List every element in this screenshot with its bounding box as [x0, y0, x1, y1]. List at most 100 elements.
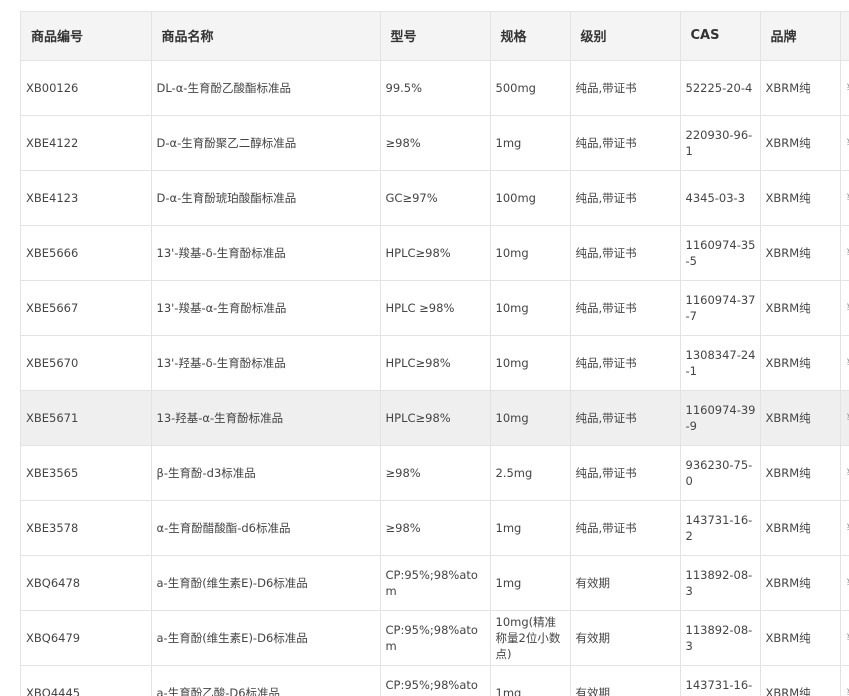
cell-brand: XBRM纯 — [760, 170, 841, 226]
cell-spec: 10mg — [490, 390, 571, 446]
cell-spec: 10mg — [490, 335, 571, 391]
cell-cas: 52225-20-4 — [680, 60, 761, 116]
cell-product-code: XBE5671 — [21, 390, 152, 446]
cell-cas: 143731-16-2 — [680, 500, 761, 556]
cell-grade: 纯品,带证书 — [570, 280, 681, 336]
table-row[interactable]: XBE3578 α-生育酚醋酸酯-d6标准品 ≥98% 1mg 纯品,带证书 143731… — [21, 500, 849, 556]
cell-model: 99.5% — [380, 60, 491, 116]
cell-grade: 有效期 — [570, 610, 681, 666]
header-grade[interactable]: 级别 — [570, 12, 681, 61]
cell-price-partial: ¥ — [840, 445, 849, 501]
cell-brand: XBRM纯 — [760, 115, 841, 171]
cell-product-name[interactable]: 13-羟基-α-生育酚标准品 — [151, 390, 381, 446]
cell-product-code: XB00126 — [21, 60, 152, 116]
cell-brand: XBRM纯 — [760, 390, 841, 446]
cell-grade: 纯品,带证书 — [570, 170, 681, 226]
cell-grade: 纯品,带证书 — [570, 225, 681, 281]
cell-model: HPLC≥98% — [380, 335, 491, 391]
table-body: XB00126 DL-α-生育酚乙酸酯标准品 99.5% 500mg 纯品,带证书 522… — [21, 60, 849, 696]
cell-cas: 113892-08-3 — [680, 555, 761, 611]
header-spec[interactable]: 规格 — [490, 12, 571, 61]
cell-spec: 10mg — [490, 280, 571, 336]
cell-price-partial: ¥ — [840, 170, 849, 226]
cell-grade: 纯品,带证书 — [570, 390, 681, 446]
cell-product-name[interactable]: α-生育酚醋酸酯-d6标准品 — [151, 500, 381, 556]
cell-cas: 220930-96-1 — [680, 115, 761, 171]
cell-price-partial: ¥ — [840, 335, 849, 391]
cell-price-partial: ¥ — [840, 610, 849, 666]
cell-brand: XBRM纯 — [760, 665, 841, 696]
cell-grade: 有效期 — [570, 555, 681, 611]
cell-grade: 有效期 — [570, 665, 681, 696]
table-row[interactable]: XB00126 DL-α-生育酚乙酸酯标准品 99.5% 500mg 纯品,带证书 522… — [21, 60, 849, 116]
cell-cas: 936230-75-0 — [680, 445, 761, 501]
cell-product-code: XBE5667 — [21, 280, 152, 336]
cell-cas: 1160974-37-7 — [680, 280, 761, 336]
cell-spec: 10mg(精准称量2位小数点) — [490, 610, 571, 666]
cell-product-name[interactable]: 13'-羟基-δ-生育酚标准品 — [151, 335, 381, 391]
cell-product-name[interactable]: a-生育酚(维生素E)-D6标准品 — [151, 610, 381, 666]
cell-cas: 1160974-39-9 — [680, 390, 761, 446]
cell-product-name[interactable]: β-生育酚-d3标准品 — [151, 445, 381, 501]
cell-product-code: XBE3578 — [21, 500, 152, 556]
table-row[interactable]: XBQ4445a-生育酚乙酸-D6标准品CP:95%;98%atom1mg有效期… — [21, 665, 849, 696]
table-header: 商品编号 商品名称 型号 规格 级别 CAS 品牌 — [21, 12, 849, 61]
cell-model: ≥98% — [380, 115, 491, 171]
table-row[interactable]: XBE5667 13'-羧基-α-生育酚标准品 HPLC ≥98% 10mg 纯品,带证… — [21, 280, 849, 336]
cell-price-partial: ¥ — [840, 115, 849, 171]
table-row[interactable]: XBQ6479 a-生育酚(维生素E)-D6标准品 CP:95%;98%atom 10… — [21, 610, 849, 666]
table-row[interactable]: XBQ6478 a-生育酚(维生素E)-D6标准品 CP:95%;98%atom 1m… — [21, 555, 849, 611]
cell-product-code: XBE4123 — [21, 170, 152, 226]
cell-brand: XBRM纯 — [760, 225, 841, 281]
table-row[interactable]: XBE4122 D-α-生育酚聚乙二醇标准品 ≥98% 1mg 纯品,带证书 220930… — [21, 115, 849, 171]
header-extra — [840, 12, 849, 61]
header-cas[interactable]: CAS — [680, 12, 761, 61]
cell-cas: 1160974-35-5 — [680, 225, 761, 281]
cell-spec: 2.5mg — [490, 445, 571, 501]
header-product-code[interactable]: 商品编号 — [21, 12, 152, 61]
cell-model: CP:95%;98%atom — [380, 665, 491, 696]
cell-price-partial: ¥ — [840, 500, 849, 556]
cell-spec: 1mg — [490, 555, 571, 611]
cell-model: CP:95%;98%atom — [380, 555, 491, 611]
cell-grade: 纯品,带证书 — [570, 335, 681, 391]
cell-price-partial: ¥ — [840, 280, 849, 336]
header-model[interactable]: 型号 — [380, 12, 491, 61]
cell-product-code: XBQ6479 — [21, 610, 152, 666]
cell-price-partial: ¥ — [840, 665, 849, 696]
table-row[interactable]: XBE4123 D-α-生育酚琥珀酸酯标准品 GC≥97% 100mg 纯品,带证书 43… — [21, 170, 849, 226]
cell-product-code: XBQ4445 — [21, 665, 152, 696]
cell-spec: 500mg — [490, 60, 571, 116]
cell-price-partial: ¥ — [840, 390, 849, 446]
cell-cas: 4345-03-3 — [680, 170, 761, 226]
cell-spec: 1mg — [490, 115, 571, 171]
table-row[interactable]: XBE5666 13'-羧基-δ-生育酚标准品 HPLC≥98% 10mg 纯品,带证书… — [21, 225, 849, 281]
cell-cas: 113892-08-3 — [680, 610, 761, 666]
cell-product-code: XBQ6478 — [21, 555, 152, 611]
cell-cas: 1308347-24-1 — [680, 335, 761, 391]
cell-spec: 100mg — [490, 170, 571, 226]
table-row[interactable]: XBE5671 13-羟基-α-生育酚标准品 HPLC≥98% 10mg 纯品,带证书 1… — [21, 390, 849, 446]
cell-grade: 纯品,带证书 — [570, 115, 681, 171]
cell-product-name[interactable]: a-生育酚(维生素E)-D6标准品 — [151, 555, 381, 611]
table-row[interactable]: XBE3565 β-生育酚-d3标准品 ≥98% 2.5mg 纯品,带证书 936230-… — [21, 445, 849, 501]
header-row: 商品编号 商品名称 型号 规格 级别 CAS 品牌 — [21, 12, 849, 61]
cell-grade: 纯品,带证书 — [570, 60, 681, 116]
cell-product-name[interactable]: D-α-生育酚聚乙二醇标准品 — [151, 115, 381, 171]
cell-product-code: XBE3565 — [21, 445, 152, 501]
cell-brand: XBRM纯 — [760, 335, 841, 391]
header-product-name[interactable]: 商品名称 — [151, 12, 381, 61]
cell-product-name[interactable]: 13'-羧基-δ-生育酚标准品 — [151, 225, 381, 281]
cell-product-name[interactable]: a-生育酚乙酸-D6标准品 — [151, 665, 381, 696]
product-table: 商品编号 商品名称 型号 规格 级别 CAS 品牌 XB00126 DL-α-生育… — [21, 12, 849, 696]
cell-product-name[interactable]: DL-α-生育酚乙酸酯标准品 — [151, 60, 381, 116]
header-brand[interactable]: 品牌 — [760, 12, 841, 61]
cell-product-name[interactable]: D-α-生育酚琥珀酸酯标准品 — [151, 170, 381, 226]
cell-model: ≥98% — [380, 500, 491, 556]
cell-model: HPLC≥98% — [380, 225, 491, 281]
table-row[interactable]: XBE5670 13'-羟基-δ-生育酚标准品 HPLC≥98% 10mg 纯品,带证书… — [21, 335, 849, 391]
cell-spec: 1mg — [490, 665, 571, 696]
product-table-container: 商品编号 商品名称 型号 规格 级别 CAS 品牌 XB00126 DL-α-生育… — [20, 11, 849, 696]
cell-product-code: XBE5670 — [21, 335, 152, 391]
cell-product-name[interactable]: 13'-羧基-α-生育酚标准品 — [151, 280, 381, 336]
